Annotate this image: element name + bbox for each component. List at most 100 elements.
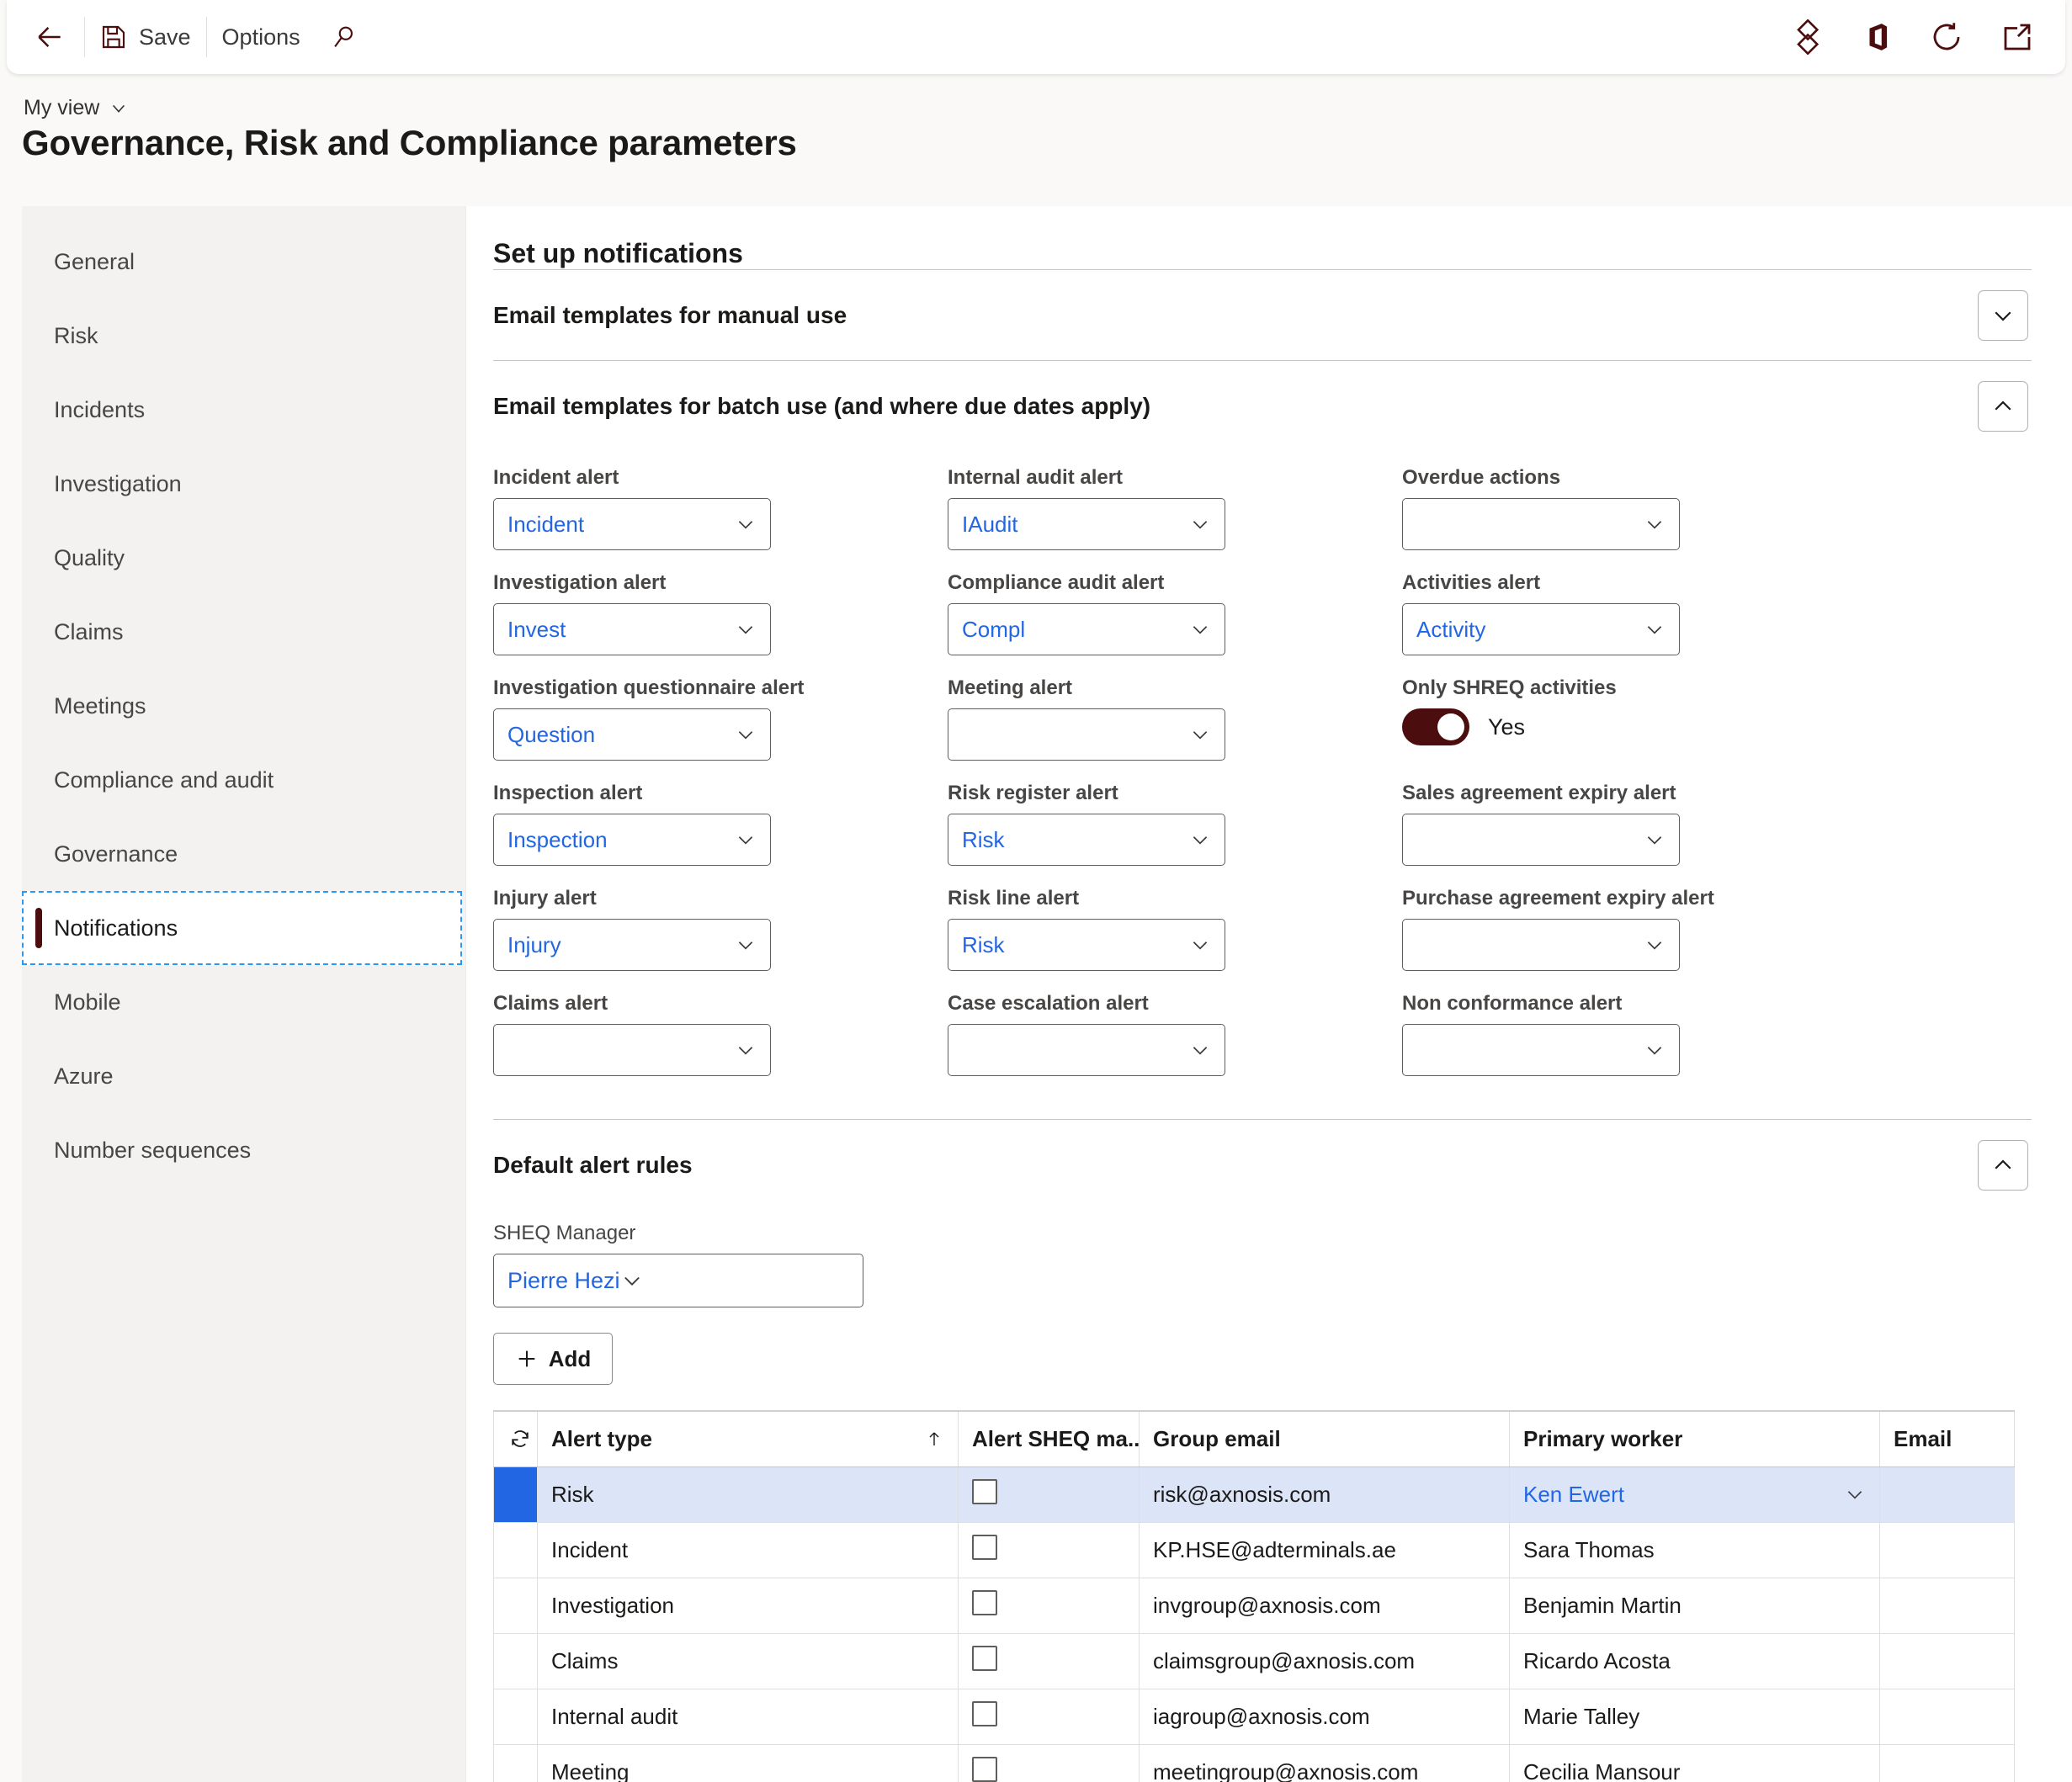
column-header-group-email[interactable]: Group email bbox=[1139, 1410, 1510, 1467]
sheq-manager-combobox[interactable]: Pierre Hezi bbox=[493, 1254, 863, 1307]
field-compliance-audit-alert: Compliance audit alert Compl bbox=[948, 571, 1402, 676]
field-label: Risk line alert bbox=[948, 887, 1080, 910]
only-shreq-activities-toggle[interactable] bbox=[1402, 708, 1469, 745]
sidebar-item-compliance-and-audit[interactable]: Compliance and audit bbox=[22, 743, 465, 817]
sidebar-item-general[interactable]: General bbox=[22, 225, 465, 299]
activities-alert-combobox[interactable]: Activity bbox=[1402, 603, 1680, 655]
injury-alert-combobox[interactable]: Injury bbox=[493, 919, 771, 971]
overdue-actions-combobox[interactable] bbox=[1402, 498, 1680, 550]
investigation-questionnaire-alert-combobox[interactable]: Question bbox=[493, 708, 771, 761]
sidebar-item-governance[interactable]: Governance bbox=[22, 817, 465, 891]
checkbox[interactable] bbox=[972, 1478, 997, 1504]
meeting-alert-combobox[interactable] bbox=[948, 708, 1225, 761]
sidebar-item-mobile[interactable]: Mobile bbox=[22, 965, 465, 1039]
accordion-default-alert-rules[interactable]: Default alert rules bbox=[493, 1119, 2032, 1210]
field-label: Investigation questionnaire alert bbox=[493, 676, 805, 699]
row-selection-marker[interactable] bbox=[493, 1688, 538, 1745]
sales-agreement-expiry-alert-combobox[interactable] bbox=[1402, 814, 1680, 866]
accordion-email-templates-manual[interactable]: Email templates for manual use bbox=[493, 269, 2032, 360]
cell-primary-worker: Sara Thomas bbox=[1509, 1521, 1880, 1578]
field-incident-alert: Incident alert Incident bbox=[493, 466, 948, 571]
sidebar-item-quality[interactable]: Quality bbox=[22, 521, 465, 595]
column-header-primary-worker[interactable]: Primary worker bbox=[1509, 1410, 1880, 1467]
cell-group-email: invgroup@axnosis.com bbox=[1139, 1577, 1510, 1634]
back-button[interactable] bbox=[25, 13, 84, 61]
incident-alert-combobox[interactable]: Incident bbox=[493, 498, 771, 550]
risk-register-alert-combobox[interactable]: Risk bbox=[948, 814, 1225, 866]
checkbox[interactable] bbox=[972, 1700, 997, 1726]
sidebar-item-notifications[interactable]: Notifications bbox=[22, 891, 462, 965]
row-selection-marker[interactable] bbox=[493, 1743, 538, 1782]
diamonds-icon[interactable] bbox=[1791, 19, 1826, 55]
investigation-alert-combobox[interactable]: Invest bbox=[493, 603, 771, 655]
cell-alert-type: Incident bbox=[537, 1521, 959, 1578]
sidebar-item-azure[interactable]: Azure bbox=[22, 1039, 465, 1113]
add-button[interactable]: Add bbox=[493, 1333, 613, 1385]
sidebar-item-meetings[interactable]: Meetings bbox=[22, 669, 465, 743]
save-button[interactable]: Save bbox=[85, 13, 206, 61]
chevron-up-icon[interactable] bbox=[1978, 380, 2028, 432]
sidebar-item-risk[interactable]: Risk bbox=[22, 299, 465, 373]
options-button[interactable]: Options bbox=[207, 13, 316, 61]
cell-group-email[interactable]: risk@axnosis.com bbox=[1139, 1466, 1510, 1523]
non-conformance-alert-combobox[interactable] bbox=[1402, 1024, 1680, 1076]
office-icon[interactable] bbox=[1862, 20, 1894, 54]
internal-audit-alert-combobox[interactable]: IAudit bbox=[948, 498, 1225, 550]
content-area: General Risk Incidents Investigation Qua… bbox=[22, 206, 2072, 1782]
field-purchase-agreement-expiry-alert: Purchase agreement expiry alert bbox=[1402, 887, 1857, 992]
case-escalation-alert-combobox[interactable] bbox=[948, 1024, 1225, 1076]
chevron-up-icon[interactable] bbox=[1978, 1139, 2028, 1191]
chevron-down-icon bbox=[1644, 513, 1666, 535]
table-row[interactable]: Meeting meetingroup@axnosis.com Cecilia … bbox=[493, 1743, 2015, 1782]
combo-value: Injury bbox=[507, 931, 561, 957]
view-selector[interactable]: My view bbox=[24, 96, 128, 120]
command-bar-region: Save Options bbox=[0, 0, 2072, 84]
sidebar-item-label: Azure bbox=[54, 1063, 114, 1089]
compliance-audit-alert-combobox[interactable]: Compl bbox=[948, 603, 1225, 655]
table-row[interactable]: Claims claimsgroup@axnosis.com Ricardo A… bbox=[493, 1632, 2015, 1689]
refresh-icon[interactable] bbox=[1929, 19, 1964, 55]
refresh-grid-icon[interactable] bbox=[493, 1410, 538, 1467]
default-alert-rules-body: SHEQ Manager Pierre Hezi Add Alert type … bbox=[466, 1210, 2072, 1782]
checkbox[interactable] bbox=[972, 1589, 997, 1615]
column-header-alert-sheq-manager[interactable]: Alert SHEQ ma... bbox=[958, 1410, 1140, 1467]
column-header-email[interactable]: Email bbox=[1879, 1410, 2015, 1467]
sidebar-nav: General Risk Incidents Investigation Qua… bbox=[22, 206, 466, 1782]
chevron-down-icon bbox=[735, 618, 757, 640]
checkbox[interactable] bbox=[972, 1645, 997, 1671]
table-row[interactable]: Incident KP.HSE@adterminals.ae Sara Thom… bbox=[493, 1521, 2015, 1578]
sidebar-item-claims[interactable]: Claims bbox=[22, 595, 465, 669]
cell-alert-sheq-manager bbox=[958, 1632, 1140, 1689]
search-button[interactable] bbox=[316, 13, 371, 61]
chevron-down-icon bbox=[1644, 934, 1666, 956]
checkbox[interactable] bbox=[972, 1756, 997, 1782]
sidebar-item-incidents[interactable]: Incidents bbox=[22, 373, 465, 447]
row-selection-marker[interactable] bbox=[493, 1577, 538, 1634]
inspection-alert-combobox[interactable]: Inspection bbox=[493, 814, 771, 866]
field-label: Investigation alert bbox=[493, 571, 667, 594]
claims-alert-combobox[interactable] bbox=[493, 1024, 771, 1076]
accordion-email-templates-batch[interactable]: Email templates for batch use (and where… bbox=[493, 360, 2032, 451]
checkbox[interactable] bbox=[972, 1534, 997, 1560]
chevron-down-icon bbox=[1644, 829, 1666, 851]
section-heading: Set up notifications bbox=[493, 238, 743, 268]
cell-alert-type: Internal audit bbox=[537, 1688, 959, 1745]
cell-group-email: iagroup@axnosis.com bbox=[1139, 1688, 1510, 1745]
risk-line-alert-combobox[interactable]: Risk bbox=[948, 919, 1225, 971]
sidebar-item-number-sequences[interactable]: Number sequences bbox=[22, 1113, 465, 1187]
row-selection-marker[interactable] bbox=[493, 1632, 538, 1689]
row-selection-marker[interactable] bbox=[493, 1466, 538, 1523]
sidebar-item-investigation[interactable]: Investigation bbox=[22, 447, 465, 521]
row-selection-marker[interactable] bbox=[493, 1521, 538, 1578]
table-row[interactable]: Internal audit iagroup@axnosis.com Marie… bbox=[493, 1688, 2015, 1745]
cell-primary-worker[interactable]: Ken Ewert bbox=[1509, 1466, 1880, 1523]
open-in-new-window-icon[interactable] bbox=[2000, 19, 2035, 55]
purchase-agreement-expiry-alert-combobox[interactable] bbox=[1402, 919, 1680, 971]
table-row[interactable]: Investigation invgroup@axnosis.com Benja… bbox=[493, 1577, 2015, 1634]
chevron-down-icon[interactable] bbox=[1978, 289, 2028, 341]
chevron-down-icon[interactable] bbox=[1844, 1483, 1866, 1505]
add-label: Add bbox=[548, 1345, 592, 1371]
field-investigation-alert: Investigation alert Invest bbox=[493, 571, 948, 676]
table-row[interactable]: Risk risk@axnosis.com Ken Ewert bbox=[493, 1466, 2015, 1523]
column-header-alert-type[interactable]: Alert type bbox=[537, 1410, 959, 1467]
